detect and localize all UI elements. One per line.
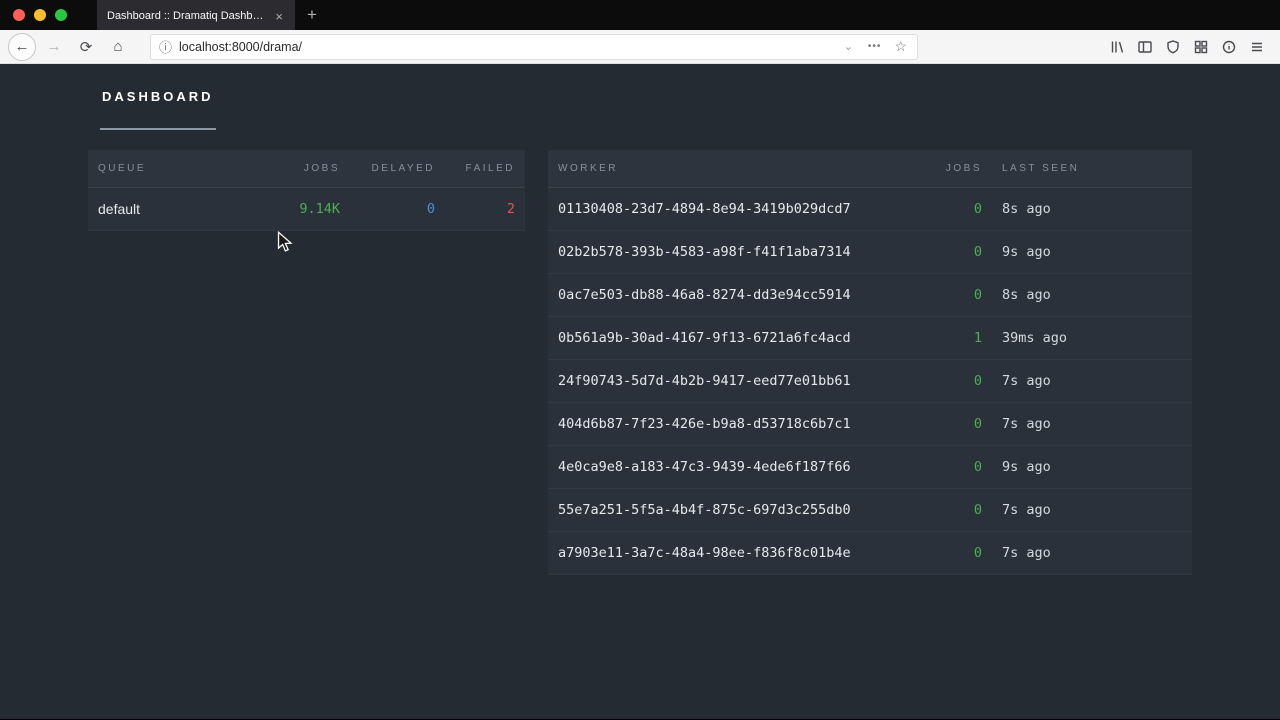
extensions-icon[interactable]: [1192, 38, 1210, 56]
queue-delayed: 0: [350, 187, 445, 231]
jobs-header: JOBS: [270, 150, 350, 188]
chevron-down-icon[interactable]: ⌄: [840, 40, 857, 53]
worker-jobs: 0: [922, 273, 992, 317]
worker-last-seen: 9s ago: [992, 230, 1192, 274]
queue-jobs: 9.14K: [270, 187, 350, 231]
menu-hamburger-icon[interactable]: [1248, 38, 1266, 56]
forward-button[interactable]: →: [40, 33, 68, 61]
table-row: default 9.14K 0 2: [88, 187, 525, 231]
minimize-window-button[interactable]: [34, 9, 46, 21]
bookmark-star-icon[interactable]: ☆: [892, 38, 909, 55]
tab-title: Dashboard :: Dramatiq Dashboard: [107, 10, 266, 22]
worker-id: 01130408-23d7-4894-8e94-3419b029dcd7: [548, 187, 922, 231]
table-row: 0b561a9b-30ad-4167-9f13-6721a6fc4acd 1 39m…: [548, 316, 1192, 360]
dashboard-content: QUEUE JOBS DELAYED FAILED default 9.14K 0 2…: [0, 130, 1280, 575]
page-header: DASHBOARD: [0, 64, 1280, 130]
queue-name: default: [88, 187, 270, 231]
worker-jobs: 0: [922, 359, 992, 403]
dashboard-page: DASHBOARD QUEUE JOBS DELAYED FAILED defa…: [0, 64, 1280, 719]
worker-jobs-header: JOBS: [922, 150, 992, 188]
new-tab-button[interactable]: +: [300, 3, 324, 27]
worker-jobs: 0: [922, 531, 992, 575]
table-row: 55e7a251-5f5a-4b4f-875c-697d3c255db0 0 7s …: [548, 488, 1192, 532]
sidebar-toggle-icon[interactable]: [1136, 38, 1154, 56]
queue-table-header-row: QUEUE JOBS DELAYED FAILED: [88, 150, 525, 188]
back-button[interactable]: ←: [8, 32, 36, 61]
worker-id: 4e0ca9e8-a183-47c3-9439-4ede6f187f66: [548, 445, 922, 489]
worker-last-seen: 7s ago: [992, 402, 1192, 446]
worker-last-seen: 7s ago: [992, 488, 1192, 532]
table-row: 0ac7e503-db88-46a8-8274-dd3e94cc5914 0 8s …: [548, 273, 1192, 317]
browser-tab[interactable]: Dashboard :: Dramatiq Dashboard ×: [97, 0, 295, 30]
url-bar[interactable]: ⓘ localhost:8000/drama/ ⌄ ••• ☆: [150, 33, 918, 60]
table-row: 01130408-23d7-4894-8e94-3419b029dcd7 0 8s …: [548, 187, 1192, 231]
queue-failed: 2: [445, 187, 525, 231]
worker-id: 0ac7e503-db88-46a8-8274-dd3e94cc5914: [548, 273, 922, 317]
worker-jobs: 1: [922, 316, 992, 360]
navigation-toolbar: ← → ⟳ ⌂ ⓘ localhost:8000/drama/ ⌄ ••• ☆: [0, 30, 1280, 64]
worker-header: WORKER: [548, 150, 922, 188]
worker-id: 24f90743-5d7d-4b2b-9417-eed77e01bb61: [548, 359, 922, 403]
worker-id: 404d6b87-7f23-426e-b9a8-d53718c6b7c1: [548, 402, 922, 446]
worker-jobs: 0: [922, 230, 992, 274]
reload-button[interactable]: ⟳: [72, 33, 100, 61]
toolbar-right-icons: [1108, 38, 1272, 56]
table-row: a7903e11-3a7c-48a4-98ee-f836f8c01b4e 0 7s …: [548, 531, 1192, 575]
tab-close-icon[interactable]: ×: [273, 9, 285, 24]
page-title: DASHBOARD: [100, 64, 216, 130]
worker-id: 0b561a9b-30ad-4167-9f13-6721a6fc4acd: [548, 316, 922, 360]
worker-table-header-row: WORKER JOBS LAST SEEN: [548, 150, 1192, 188]
close-window-button[interactable]: [13, 9, 25, 21]
table-row: 404d6b87-7f23-426e-b9a8-d53718c6b7c1 0 7s …: [548, 402, 1192, 446]
home-button[interactable]: ⌂: [104, 33, 132, 61]
worker-table-body: 01130408-23d7-4894-8e94-3419b029dcd7 0 8s …: [548, 187, 1192, 575]
worker-id: 55e7a251-5f5a-4b4f-875c-697d3c255db0: [548, 488, 922, 532]
window-controls: [13, 9, 67, 21]
zoom-window-button[interactable]: [55, 9, 67, 21]
worker-table: WORKER JOBS LAST SEEN 01130408-23d7-4894…: [548, 150, 1192, 575]
worker-jobs: 0: [922, 187, 992, 231]
worker-last-seen: 9s ago: [992, 445, 1192, 489]
worker-last-seen: 7s ago: [992, 359, 1192, 403]
library-icon[interactable]: [1108, 38, 1126, 56]
worker-last-seen: 39ms ago: [992, 316, 1192, 360]
shield-icon[interactable]: [1164, 38, 1182, 56]
delayed-header: DELAYED: [350, 150, 445, 188]
url-text[interactable]: localhost:8000/drama/: [179, 40, 833, 54]
table-row: 24f90743-5d7d-4b2b-9417-eed77e01bb61 0 7s …: [548, 359, 1192, 403]
worker-jobs: 0: [922, 402, 992, 446]
queue-table: QUEUE JOBS DELAYED FAILED default 9.14K 0 2: [88, 150, 525, 231]
worker-id: 02b2b578-393b-4583-a98f-f41f1aba7314: [548, 230, 922, 274]
queue-table-body: default 9.14K 0 2: [88, 187, 525, 231]
worker-last-seen: 8s ago: [992, 187, 1192, 231]
worker-id: a7903e11-3a7c-48a4-98ee-f836f8c01b4e: [548, 531, 922, 575]
queue-header: QUEUE: [88, 150, 270, 188]
worker-jobs: 0: [922, 488, 992, 532]
worker-jobs: 0: [922, 445, 992, 489]
failed-header: FAILED: [445, 150, 525, 188]
last-seen-header: LAST SEEN: [992, 150, 1192, 188]
page-actions-icon[interactable]: •••: [864, 41, 886, 52]
info-circle-icon[interactable]: [1220, 38, 1238, 56]
worker-last-seen: 7s ago: [992, 531, 1192, 575]
tab-bar: Dashboard :: Dramatiq Dashboard × +: [0, 0, 1280, 30]
worker-last-seen: 8s ago: [992, 273, 1192, 317]
table-row: 02b2b578-393b-4583-a98f-f41f1aba7314 0 9s …: [548, 230, 1192, 274]
site-info-icon[interactable]: ⓘ: [159, 37, 172, 56]
table-row: 4e0ca9e8-a183-47c3-9439-4ede6f187f66 0 9s …: [548, 445, 1192, 489]
